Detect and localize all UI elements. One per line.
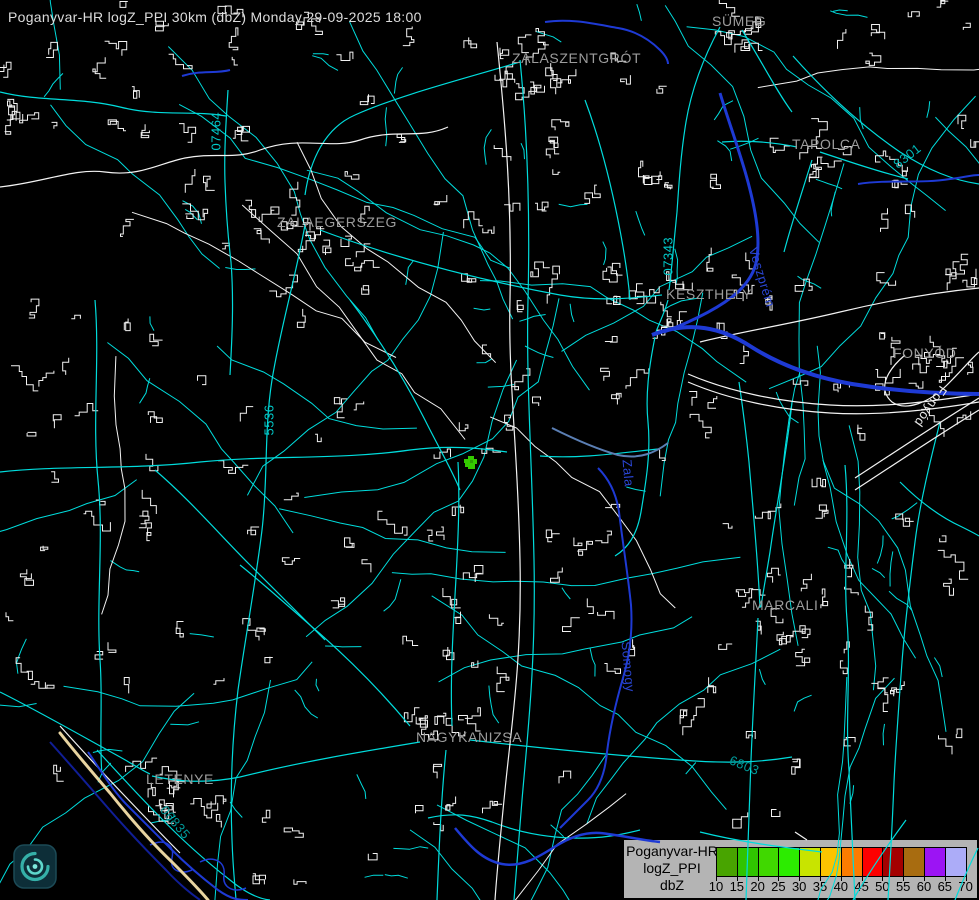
product-title: Poganyvar-HR logZ_PPI 30km (dbZ) Monday … (8, 9, 422, 25)
radar-echo-core (470, 460, 473, 463)
radar-echo-layer (464, 456, 477, 469)
major-roads-rivers-layer (0, 21, 979, 900)
radar-display: Poganyvar-HR logZ_PPI dbZ 10152025303540… (0, 0, 979, 900)
map-canvas (0, 0, 979, 900)
logo-center-dot (33, 864, 38, 869)
radar-site-logo (13, 844, 57, 890)
